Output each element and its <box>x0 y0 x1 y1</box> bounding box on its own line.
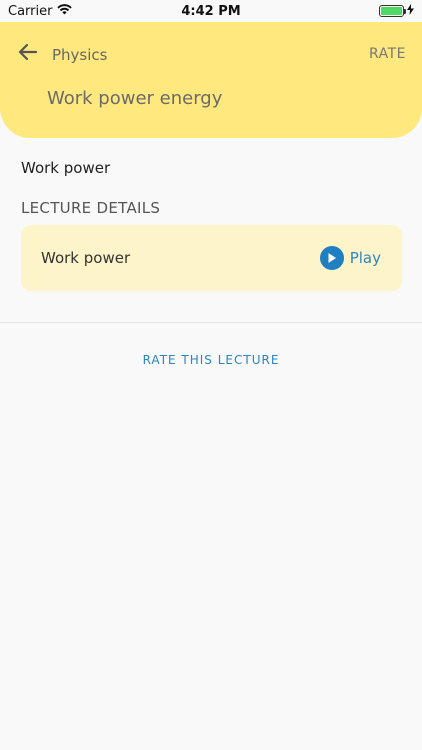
play-label: Play <box>349 249 381 267</box>
status-time: 4:42 PM <box>181 4 241 19</box>
rate-button[interactable]: RATE <box>369 46 406 62</box>
play-icon <box>319 246 344 270</box>
play-button[interactable]: Play <box>319 246 381 270</box>
page-title: Work power energy <box>47 88 223 109</box>
battery-fill <box>381 7 402 15</box>
rate-lecture-button[interactable]: RATE THIS LECTURE <box>0 353 422 367</box>
divider <box>0 322 422 323</box>
lecture-details-heading: LECTURE DETAILS <box>21 199 161 217</box>
lecture-name: Work power <box>21 159 111 177</box>
arrow-left-icon <box>18 43 38 65</box>
section-label: Physics <box>52 46 108 64</box>
status-bar: Carrier 4:42 PM <box>0 0 422 22</box>
back-button[interactable] <box>16 42 40 66</box>
lecture-card-title: Work power <box>41 249 131 267</box>
lecture-screen: Carrier 4:42 PM Physics RATE Work power … <box>0 0 422 750</box>
lecture-card: Work power Play <box>21 225 402 291</box>
battery-icon <box>379 5 406 17</box>
lecture-header: Physics RATE Work power energy <box>0 22 422 138</box>
